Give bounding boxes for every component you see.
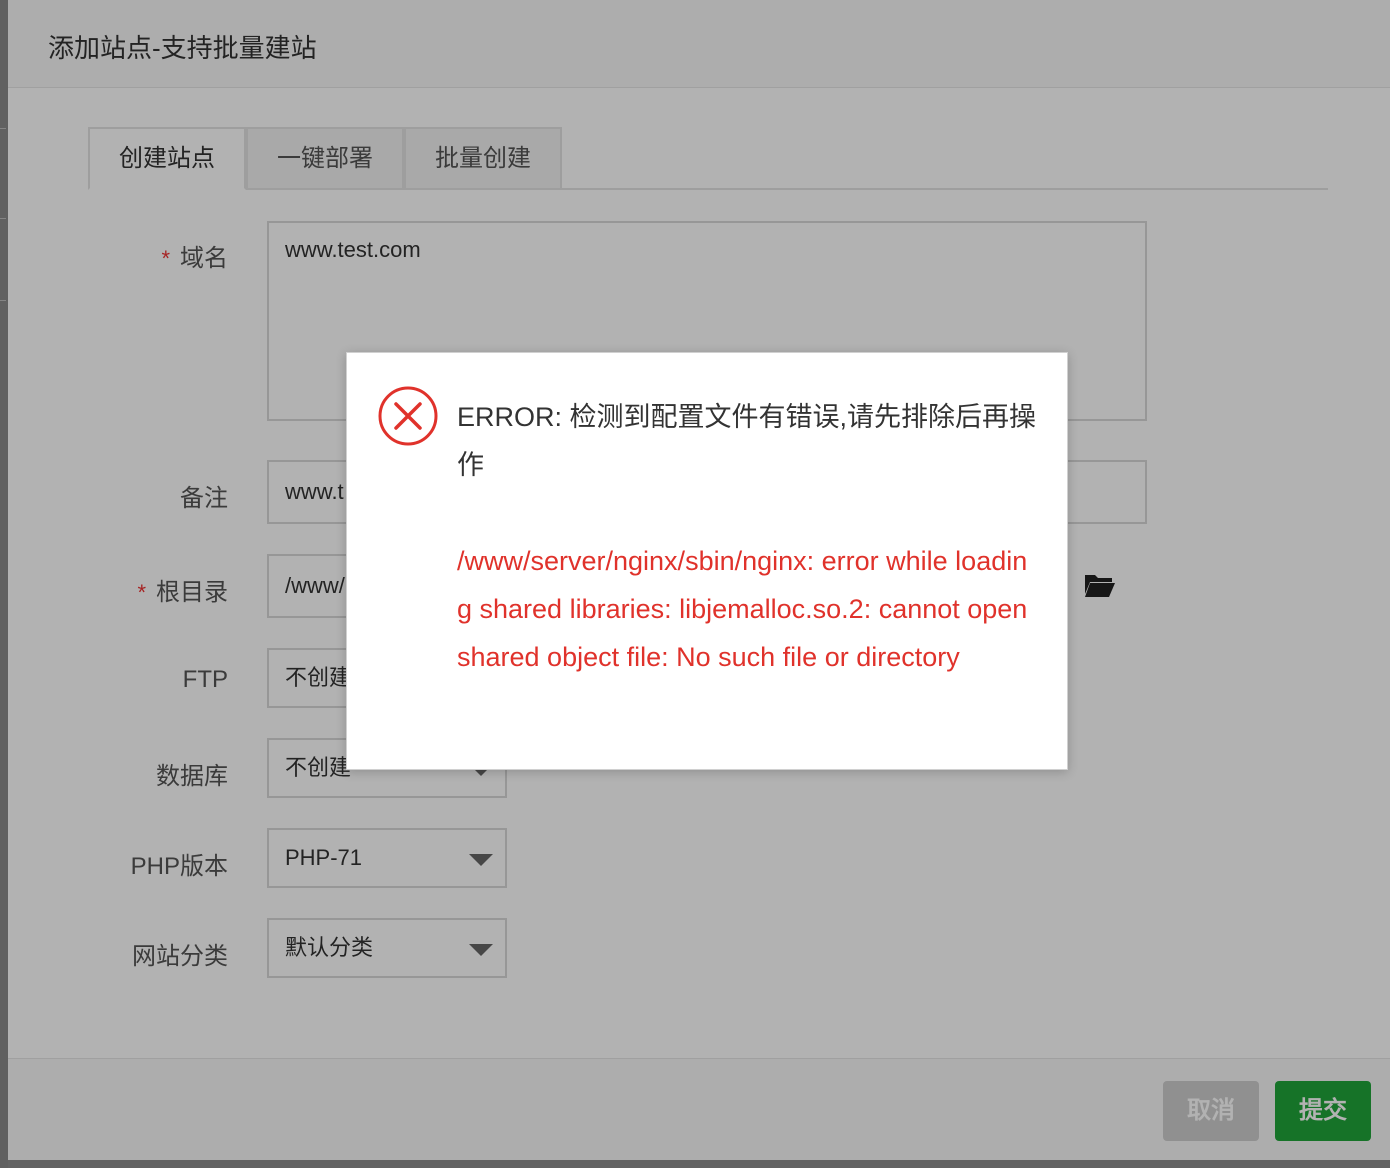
- error-message: ERROR: 检测到配置文件有错误,请先排除后再操作: [457, 402, 1037, 480]
- error-modal: ERROR: 检测到配置文件有错误,请先排除后再操作 /www/server/n…: [346, 352, 1068, 770]
- error-detail: /www/server/nginx/sbin/nginx: error whil…: [457, 546, 1028, 672]
- error-circle-x-icon: [378, 386, 438, 446]
